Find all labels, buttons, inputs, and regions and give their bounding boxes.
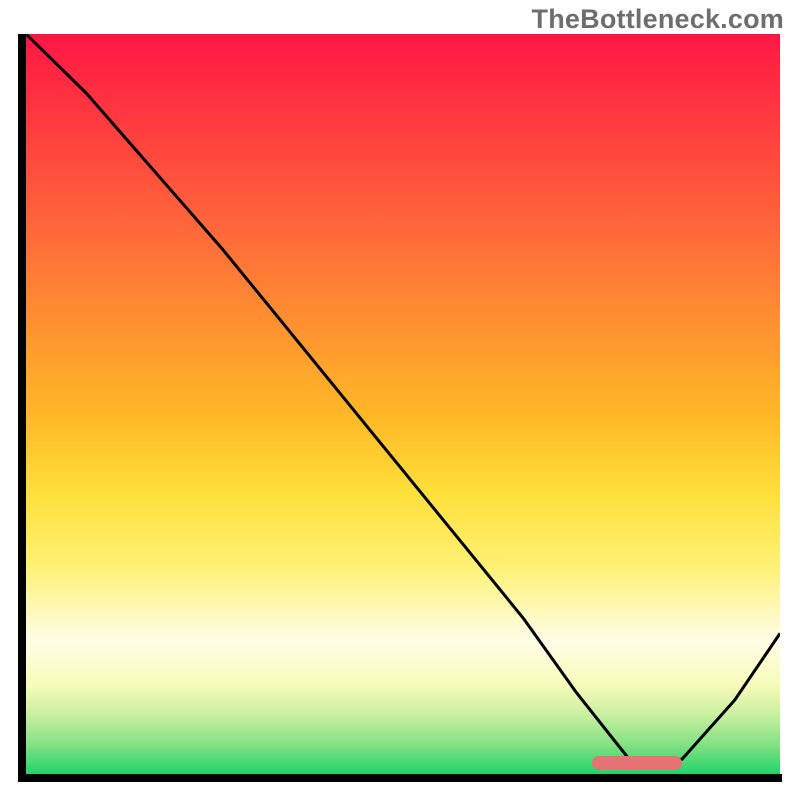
x-axis-line — [18, 774, 782, 782]
optimal-range-marker — [592, 756, 682, 770]
y-axis-line — [18, 34, 26, 782]
bottleneck-curve — [26, 34, 780, 774]
watermark-text: TheBottleneck.com — [532, 4, 784, 35]
curve-path — [26, 34, 780, 759]
chart-container: TheBottleneck.com — [0, 0, 800, 800]
